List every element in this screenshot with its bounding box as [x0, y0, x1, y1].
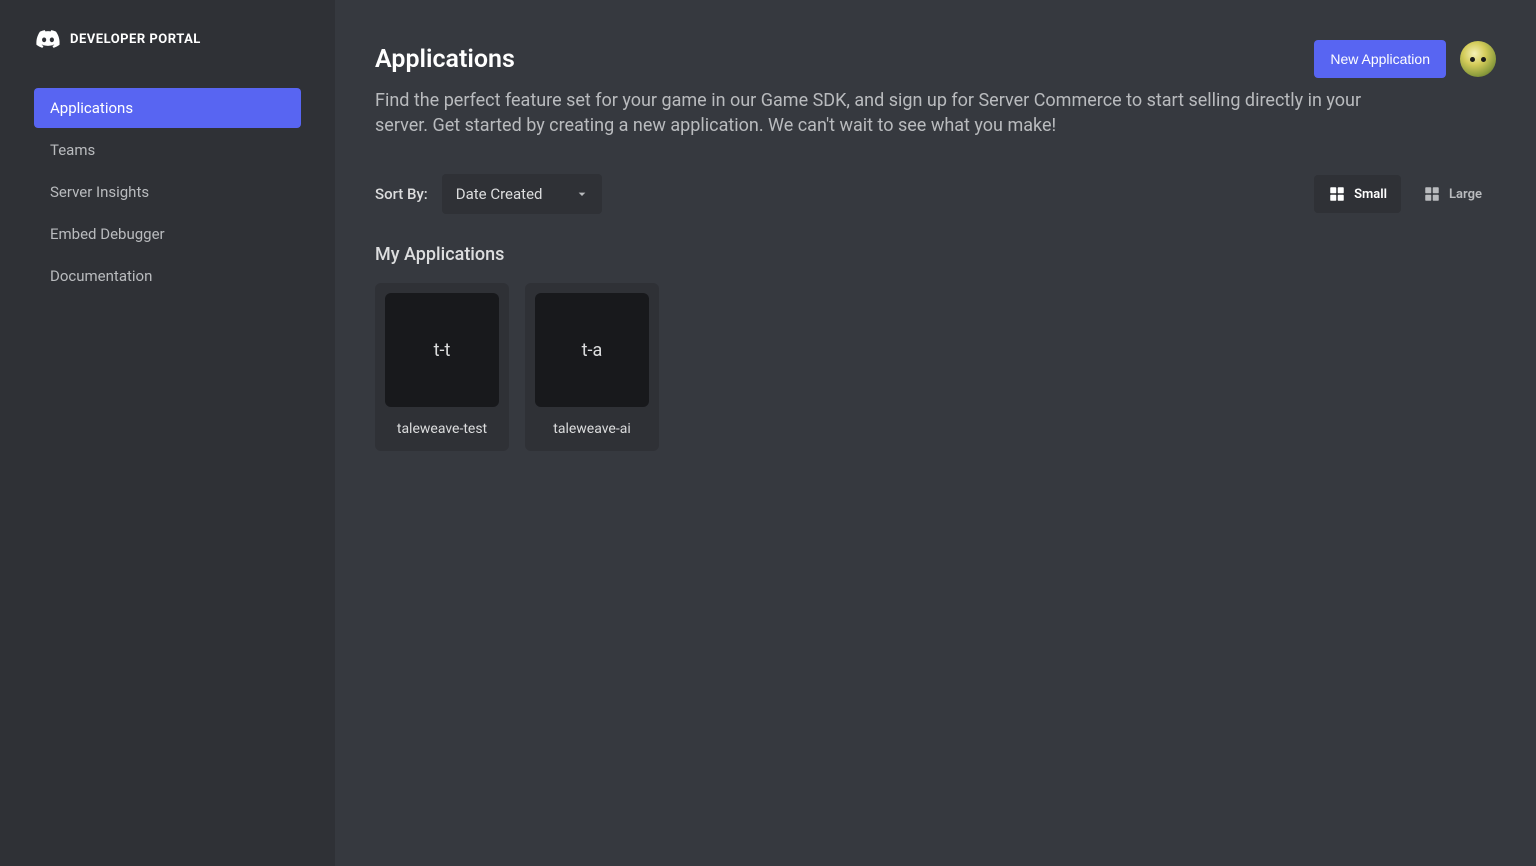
main-content: Applications New Application Find the pe…: [335, 0, 1536, 866]
view-toggles: Small Large: [1314, 175, 1496, 213]
app-thumbnail: t-a: [535, 293, 649, 407]
discord-logo-icon: [36, 30, 60, 48]
sidebar: DEVELOPER PORTAL Applications Teams Serv…: [0, 0, 335, 866]
view-toggle-large[interactable]: Large: [1409, 175, 1496, 213]
nav-item-teams[interactable]: Teams: [34, 130, 301, 170]
chevron-down-icon: [574, 186, 590, 202]
app-grid: t-t taleweave-test t-a taleweave-ai: [375, 283, 1496, 451]
nav-item-documentation[interactable]: Documentation: [34, 256, 301, 296]
app-card[interactable]: t-a taleweave-ai: [525, 283, 659, 451]
view-small-label: Small: [1354, 187, 1387, 202]
sort-value: Date Created: [456, 185, 543, 203]
view-large-label: Large: [1449, 187, 1482, 202]
logo-row: DEVELOPER PORTAL: [34, 30, 301, 48]
app-name: taleweave-ai: [535, 421, 649, 437]
portal-title: DEVELOPER PORTAL: [70, 32, 201, 47]
nav-item-embed-debugger[interactable]: Embed Debugger: [34, 214, 301, 254]
nav: Applications Teams Server Insights Embed…: [34, 88, 301, 296]
app-thumbnail: t-t: [385, 293, 499, 407]
view-toggle-small[interactable]: Small: [1314, 175, 1401, 213]
app-card[interactable]: t-t taleweave-test: [375, 283, 509, 451]
sort-group: Sort By: Date Created: [375, 174, 602, 214]
page-title: Applications: [375, 45, 515, 74]
grid-small-icon: [1328, 185, 1346, 203]
nav-item-applications[interactable]: Applications: [34, 88, 301, 128]
page-description: Find the perfect feature set for your ga…: [375, 88, 1395, 138]
sort-select[interactable]: Date Created: [442, 174, 602, 214]
new-application-button[interactable]: New Application: [1314, 40, 1446, 78]
header-right: New Application: [1314, 40, 1496, 78]
sort-label: Sort By:: [375, 185, 428, 203]
section-title: My Applications: [375, 244, 1496, 265]
grid-large-icon: [1423, 185, 1441, 203]
controls-row: Sort By: Date Created Small: [375, 174, 1496, 214]
user-avatar[interactable]: [1460, 41, 1496, 77]
nav-item-server-insights[interactable]: Server Insights: [34, 172, 301, 212]
app-name: taleweave-test: [385, 421, 499, 437]
header-row: Applications New Application: [375, 40, 1496, 78]
